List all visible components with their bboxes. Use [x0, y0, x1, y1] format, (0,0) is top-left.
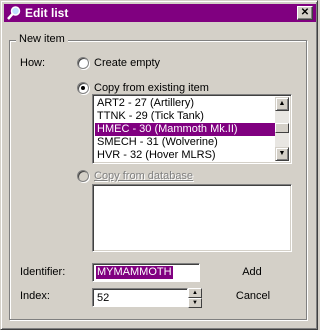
list-item[interactable]: ART2 - 27 (Artillery) [95, 97, 273, 110]
radio-copy-existing-label[interactable]: Copy from existing item [94, 81, 209, 95]
down-arrow-icon: ▼ [192, 300, 198, 306]
index-spin-up[interactable]: ▲ [188, 288, 202, 298]
database-listbox[interactable] [92, 184, 292, 252]
index-value: 52 [97, 292, 110, 304]
edit-list-dialog: Edit list ✕ New item How: Create empty C… [0, 0, 318, 330]
list-item[interactable]: TTNK - 29 (Tick Tank) [95, 110, 273, 123]
list-item[interactable]: SMECH - 31 (Wolverine) [95, 136, 273, 149]
index-spin-down[interactable]: ▼ [188, 298, 202, 308]
radio-copy-database[interactable] [77, 170, 89, 182]
list-item[interactable]: HVR - 32 (Hover MLRS) [95, 149, 273, 162]
existing-items-listbox[interactable]: ART2 - 27 (Artillery) TTNK - 29 (Tick Ta… [92, 94, 292, 164]
identifier-label: Identifier: [20, 266, 66, 278]
list-scrollbar[interactable]: ▲ ▼ [275, 97, 289, 161]
down-arrow-icon: ▼ [278, 150, 286, 157]
title-bar[interactable]: Edit list ✕ [4, 4, 316, 22]
radio-copy-database-label[interactable]: Copy from database [94, 169, 193, 183]
scroll-thumb[interactable] [275, 123, 289, 133]
scroll-down-button[interactable]: ▼ [275, 147, 289, 161]
magnifier-icon [7, 6, 21, 20]
group-label: New item [16, 32, 68, 46]
add-button[interactable]: Add [233, 265, 271, 279]
window-title: Edit list [25, 6, 69, 20]
up-arrow-icon: ▲ [278, 100, 286, 107]
radio-create-empty-label[interactable]: Create empty [94, 56, 160, 70]
scroll-up-button[interactable]: ▲ [275, 97, 289, 111]
close-icon: ✕ [300, 7, 310, 18]
close-button[interactable]: ✕ [297, 6, 313, 20]
radio-create-empty[interactable] [77, 57, 89, 69]
index-field[interactable]: 52 [92, 288, 188, 307]
identifier-value: MYMAMMOTH [96, 266, 173, 279]
cancel-button[interactable]: Cancel [229, 289, 277, 303]
index-label: Index: [20, 290, 50, 302]
how-label: How: [20, 57, 46, 69]
identifier-field[interactable]: MYMAMMOTH [92, 263, 200, 282]
radio-checked-dot [81, 86, 85, 90]
radio-copy-existing[interactable] [77, 82, 89, 94]
list-item-selected[interactable]: HMEC - 30 (Mammoth Mk.II) [95, 123, 275, 136]
up-arrow-icon: ▲ [192, 290, 198, 296]
